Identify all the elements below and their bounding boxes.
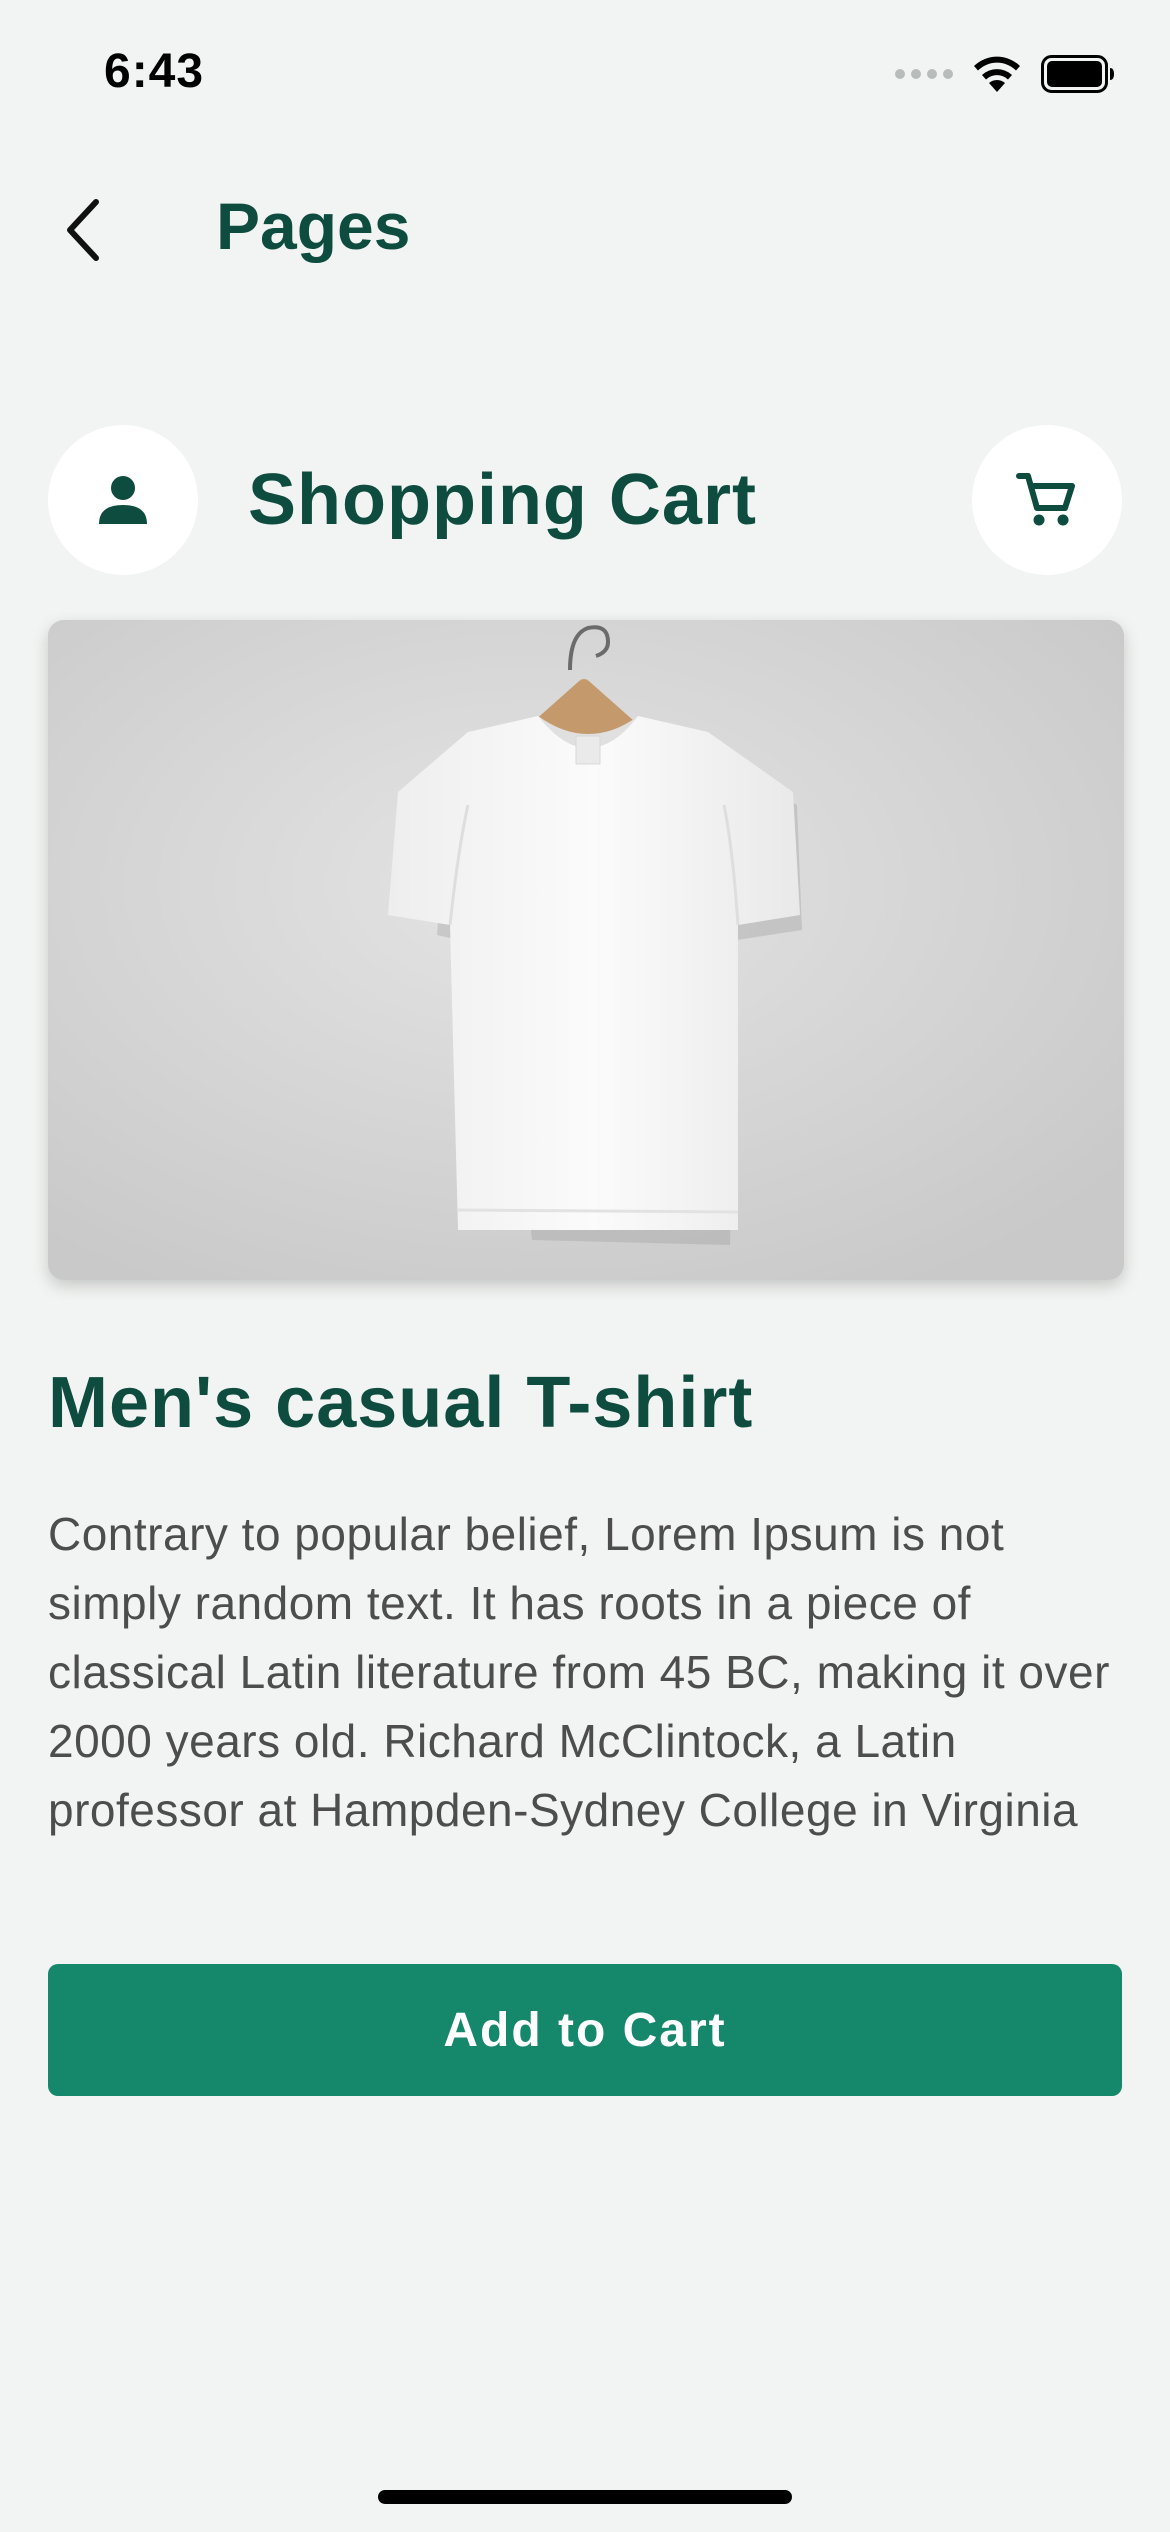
profile-button[interactable] <box>48 425 198 575</box>
status-bar: 6:43 <box>0 0 1170 140</box>
person-icon <box>99 476 147 524</box>
nav-title: Pages <box>216 189 411 263</box>
page-title: Shopping Cart <box>248 460 757 540</box>
product-description: Contrary to popular belief, Lorem Ipsum … <box>48 1508 1110 1836</box>
home-indicator[interactable] <box>378 2490 792 2504</box>
signal-icon <box>895 69 953 79</box>
nav-bar: Pages <box>0 170 1170 290</box>
battery-icon <box>1041 55 1114 93</box>
status-icons <box>895 52 1115 96</box>
product-image <box>48 620 1124 1280</box>
cart-button[interactable] <box>972 425 1122 575</box>
cart-icon <box>1016 473 1075 526</box>
chevron-left-icon[interactable] <box>56 192 112 268</box>
product-title: Men's casual T-shirt <box>48 1363 754 1443</box>
page-header: Shopping Cart <box>0 425 1170 577</box>
tshirt-image <box>48 620 1124 1280</box>
add-to-cart-button[interactable]: Add to Cart <box>48 1964 1122 2096</box>
wifi-icon <box>974 56 1020 92</box>
status-time: 6:43 <box>104 45 205 98</box>
